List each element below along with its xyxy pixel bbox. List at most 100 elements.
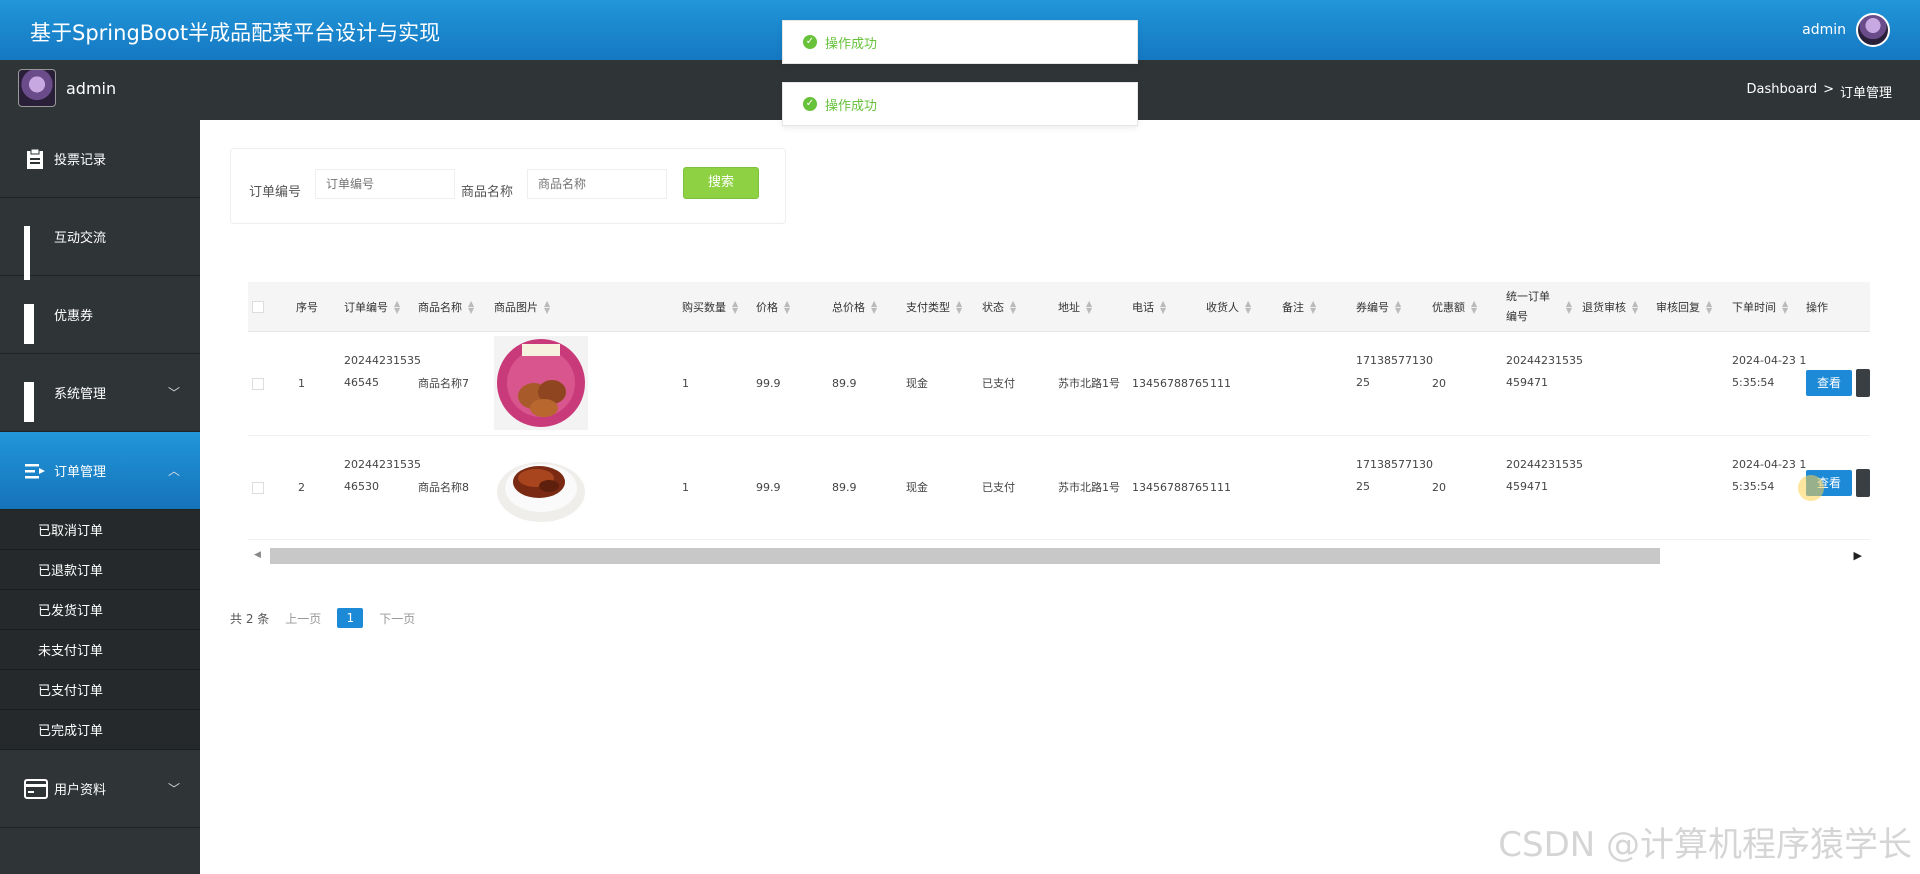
col-order-time[interactable]: 下单时间 ▲ ▼ — [1732, 282, 1788, 332]
col-pay-type[interactable]: 支付类型 ▲ ▼ — [906, 282, 962, 332]
product-image — [494, 336, 588, 430]
submenu-completed-orders[interactable]: 已完成订单 — [0, 710, 200, 750]
prev-page-button[interactable]: 上一页 — [285, 610, 321, 627]
cell-order-time: 2024-04-23 1 5:35:54 — [1732, 354, 1807, 389]
sidebar-item-label: 用户资料 — [54, 783, 107, 798]
submenu-cancelled-orders[interactable]: 已取消订单 — [0, 510, 200, 550]
grid-icon — [24, 225, 46, 280]
col-return-review[interactable]: 退货审核 ▲ ▼ — [1582, 282, 1638, 332]
sidebar-item-interaction[interactable]: 互动交流 — [0, 198, 200, 280]
breadcrumb-separator: > — [1823, 82, 1834, 97]
table-header: 序号 订单编号 ▲ ▼ 商品名称 ▲ ▼ 商品图片 ▲ ▼ 购买数量 ▲ ▼ 价格 ▲ ▼ 总价格 ▲… — [248, 282, 1870, 332]
cell-order-no: 20244231535 46545 — [344, 354, 421, 389]
next-page-button[interactable]: 下一页 — [379, 610, 415, 627]
top-user-menu[interactable]: admin — [1802, 13, 1890, 47]
col-phone[interactable]: 电话 ▲ ▼ — [1132, 282, 1166, 332]
col-discount[interactable]: 优惠额 ▲ ▼ — [1432, 282, 1477, 332]
sidebar-item-user-profile[interactable]: 用户资料 ﹀ — [0, 750, 200, 828]
scroll-left-icon[interactable]: ◀ — [254, 550, 261, 560]
toast-message: 操作成功 — [825, 36, 878, 52]
watermark: CSDN @计算机程序猿学长 — [1498, 825, 1912, 865]
col-qty[interactable]: 购买数量 ▲ ▼ — [682, 282, 738, 332]
col-price[interactable]: 价格 ▲ ▼ — [756, 282, 790, 332]
sidebar-item-coupons[interactable]: 优惠券 — [0, 276, 200, 354]
search-button[interactable]: 搜索 — [683, 167, 759, 199]
col-index: 序号 — [296, 301, 318, 314]
col-order-no[interactable]: 订单编号 ▲ ▼ — [344, 282, 400, 332]
col-image[interactable]: 商品图片 ▲ ▼ — [494, 282, 550, 332]
cell-pay-type: 现金 — [906, 377, 928, 390]
product-image — [494, 440, 588, 534]
cell-address: 苏市北路1号 — [1058, 481, 1120, 494]
select-all-checkbox[interactable] — [252, 301, 264, 313]
submenu-unpaid-orders[interactable]: 未支付订单 — [0, 630, 200, 670]
sidebar-username: admin — [66, 78, 117, 98]
sort-icon: ▲ ▼ — [1395, 299, 1402, 315]
col-address[interactable]: 地址 ▲ ▼ — [1058, 282, 1092, 332]
breadcrumb-dashboard[interactable]: Dashboard — [1747, 82, 1818, 101]
chevron-down-icon: ﹀ — [167, 386, 180, 400]
sort-icon: ▲ ▼ — [784, 299, 791, 315]
col-unified-no[interactable]: 统一订单编号 ▲ ▼ — [1506, 282, 1572, 332]
check-circle-icon: ✓ — [803, 35, 817, 49]
top-username[interactable]: admin — [1802, 22, 1846, 38]
avatar[interactable] — [1856, 13, 1890, 47]
col-actions: 操作 — [1806, 301, 1828, 314]
sort-icon: ▲ ▼ — [1245, 299, 1252, 315]
product-name-label: 商品名称 — [461, 185, 514, 200]
cell-total: 89.9 — [832, 377, 857, 390]
row-checkbox[interactable] — [252, 378, 264, 390]
sidebar-item-label: 系统管理 — [54, 387, 107, 402]
col-note[interactable]: 备注 ▲ ▼ — [1282, 282, 1316, 332]
submenu-refunded-orders[interactable]: 已退款订单 — [0, 550, 200, 590]
horizontal-scrollbar[interactable]: ◀ ▶ — [248, 546, 1870, 564]
sort-icon: ▲ ▼ — [394, 299, 401, 315]
sidebar-item-label: 互动交流 — [54, 231, 107, 246]
col-coupon-no[interactable]: 券编号 ▲ ▼ — [1356, 282, 1401, 332]
sidebar: 投票记录 互动交流 优惠券 系统管理 ﹀ 订单管理 ︿ 已取消订单 已退款订单 … — [0, 120, 200, 874]
cell-receiver: 111 — [1210, 481, 1231, 494]
success-toast: ✓ 操作成功 — [782, 20, 1138, 64]
order-no-label: 订单编号 — [249, 185, 302, 200]
more-action-button[interactable] — [1856, 469, 1870, 497]
col-review-reply[interactable]: 审核回复 ▲ ▼ — [1656, 282, 1712, 332]
col-status[interactable]: 状态 ▲ ▼ — [982, 282, 1016, 332]
scrollbar-thumb[interactable] — [270, 548, 1660, 564]
col-total[interactable]: 总价格 ▲ ▼ — [832, 282, 877, 332]
card-icon — [24, 778, 48, 800]
cell-phone: 13456788765 — [1132, 481, 1209, 494]
more-action-button[interactable] — [1856, 369, 1870, 397]
app-title: 基于SpringBoot半成品配菜平台设计与实现 — [30, 21, 441, 45]
orders-table: 序号 订单编号 ▲ ▼ 商品名称 ▲ ▼ 商品图片 ▲ ▼ 购买数量 ▲ ▼ 价格 ▲ ▼ 总价格 ▲… — [248, 282, 1870, 572]
sort-icon: ▲ ▼ — [544, 299, 551, 315]
page-number-current[interactable]: 1 — [337, 608, 364, 628]
cell-unified-no: 20244231535 459471 — [1506, 458, 1583, 493]
submenu-shipped-orders[interactable]: 已发货订单 — [0, 590, 200, 630]
cell-receiver: 111 — [1210, 377, 1231, 390]
order-no-input[interactable] — [315, 169, 455, 199]
sort-icon: ▲ ▼ — [1471, 299, 1478, 315]
sort-icon: ▲ ▼ — [1160, 299, 1167, 315]
table-row: 2 20244231535 46530 商品名称8 1 99.9 89.9 现金 … — [248, 436, 1870, 540]
sort-icon: ▲ ▼ — [956, 299, 963, 315]
cell-unified-no: 20244231535 459471 — [1506, 354, 1583, 389]
view-button[interactable]: 查看 — [1806, 370, 1852, 396]
sidebar-item-label: 投票记录 — [54, 153, 107, 168]
sidebar-item-system[interactable]: 系统管理 ﹀ — [0, 354, 200, 432]
col-receiver[interactable]: 收货人 ▲ ▼ — [1206, 282, 1251, 332]
cell-qty: 1 — [682, 377, 689, 390]
col-product[interactable]: 商品名称 ▲ ▼ — [418, 282, 474, 332]
check-circle-icon: ✓ — [803, 97, 817, 111]
scroll-right-icon[interactable]: ▶ — [1854, 549, 1862, 562]
cell-discount: 20 — [1432, 377, 1446, 390]
sidebar-item-vote-records[interactable]: 投票记录 — [0, 120, 200, 198]
sidebar-item-orders[interactable]: 订单管理 ︿ — [0, 432, 200, 510]
submenu-paid-orders[interactable]: 已支付订单 — [0, 670, 200, 710]
cell-coupon-no: 17138577130 25 — [1356, 458, 1433, 493]
product-name-input[interactable] — [527, 169, 667, 199]
sort-icon: ▲ ▼ — [1632, 299, 1639, 315]
sidebar-user: admin — [18, 69, 116, 107]
cell-address: 苏市北路1号 — [1058, 377, 1120, 390]
row-checkbox[interactable] — [252, 482, 264, 494]
search-panel: 订单编号 商品名称 搜索 — [230, 148, 786, 224]
